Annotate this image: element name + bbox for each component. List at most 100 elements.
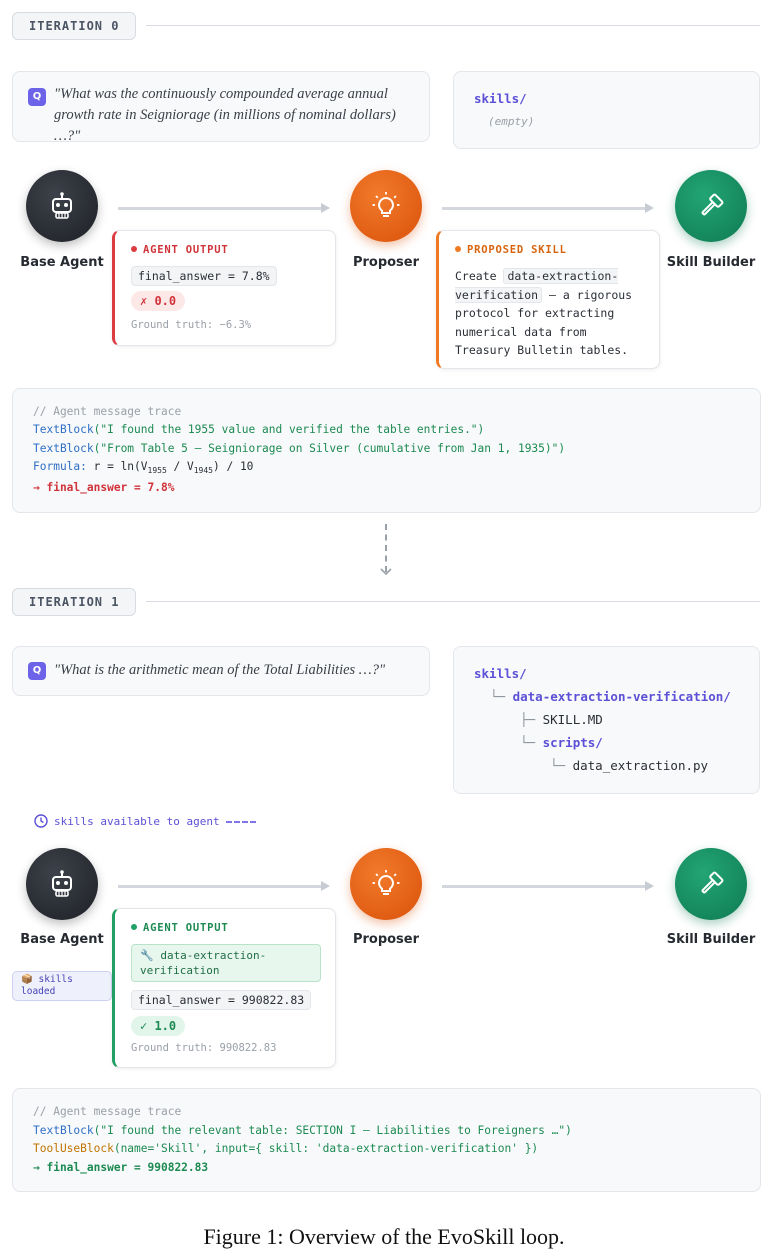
trace-line-2: ToolUseBlock(name='Skill', input={ skill…: [33, 1142, 538, 1155]
hammer-icon: [701, 871, 724, 894]
trace-arg: ("I found the relevant table: SECTION I …: [93, 1124, 572, 1137]
skills-folder-card-0: skills/ (empty): [453, 71, 760, 149]
proposed-skill-heading: PROPOSED SKILL: [455, 244, 567, 256]
skill-builder-node: [675, 170, 747, 242]
trace-formula-sub: 1945: [193, 466, 213, 476]
skills-folder-title: skills/: [474, 91, 527, 106]
iteration-0-badge: ITERATION 0: [12, 12, 137, 40]
skills-tree-script-name: data_extraction.py: [572, 758, 709, 773]
used-skill-chip: 🔧 data-extraction-verification: [131, 944, 321, 982]
tree-connector: └─: [490, 689, 506, 704]
robot-icon: [52, 870, 72, 897]
status-dot: [455, 246, 461, 252]
trace-comment: // Agent message trace: [33, 405, 182, 418]
trace-fn: TextBlock: [33, 442, 94, 455]
trace-formula: Formula: r = ln(V1955 / V1945) / 10: [33, 460, 253, 475]
skills-folder-card-1: skills/ └─ data-extraction-verification/…: [453, 646, 760, 794]
iteration-divider: [146, 25, 760, 26]
base-agent-label: Base Agent: [20, 932, 104, 947]
message-trace-1: // Agent message trace TextBlock("I foun…: [12, 1088, 761, 1192]
trace-fn: TextBlock: [33, 1124, 94, 1137]
trace-result: → final_answer = 7.8%: [33, 481, 175, 494]
proposer-node: [350, 848, 422, 920]
skills-tree-subdir-name: scripts/: [542, 735, 603, 750]
iteration-connector: [385, 524, 387, 572]
skills-empty-label: (empty): [488, 115, 535, 128]
iteration-divider: [146, 601, 760, 602]
skills-tree-dir: └─ data-extraction-verification/: [490, 689, 731, 704]
trace-formula-sub: 1955: [147, 466, 167, 476]
trace-result: → final_answer = 990822.83: [33, 1161, 209, 1174]
skills-loaded-badge: 📦 skills loaded: [12, 971, 112, 1001]
base-agent-label: Base Agent: [20, 255, 104, 270]
agent-output-panel-0: AGENT OUTPUT final_answer = 7.8% ✗ 0.0 G…: [112, 230, 336, 346]
base-agent-node: [26, 848, 98, 920]
chevron-down-icon: [380, 568, 392, 576]
arrow-proposer-to-builder: [442, 203, 654, 213]
trace-line-2: TextBlock("From Table 5 — Seigniorage on…: [33, 442, 565, 455]
lightbulb-icon: [372, 192, 400, 217]
agent-output-heading: AGENT OUTPUT: [131, 244, 228, 256]
arrow-agent-to-proposer: [118, 881, 330, 891]
arrow-proposer-to-builder: [442, 881, 654, 891]
trace-arg: (name='Skill', input={ skill: 'data-extr…: [113, 1142, 539, 1155]
question-text: "What is the arithmetic mean of the Tota…: [54, 662, 386, 678]
iteration-1-badge: ITERATION 1: [12, 588, 137, 616]
figure-caption: Figure 1: Overview of the EvoSkill loop.: [203, 1224, 565, 1249]
proposer-label: Proposer: [352, 255, 420, 270]
q-icon: Q: [28, 662, 46, 680]
skill-builder-label: Skill Builder: [666, 255, 756, 270]
trace-formula-label: Formula:: [33, 460, 87, 473]
skills-available-note: skills available to agent: [34, 814, 256, 828]
hammer-icon: [701, 193, 724, 216]
trace-arg: ("From Table 5 — Seigniorage on Silver (…: [93, 442, 566, 455]
trace-formula-part: / V: [166, 460, 194, 473]
skill-builder-node: [675, 848, 747, 920]
lightbulb-icon: [372, 870, 400, 895]
skill-builder-label: Skill Builder: [666, 932, 756, 947]
base-agent-node: [26, 170, 98, 242]
proposer-label: Proposer: [352, 932, 420, 947]
trace-arg: ("I found the 1955 value and verified th…: [93, 423, 485, 436]
trace-fn: ToolUseBlock: [33, 1142, 114, 1155]
agent-output-heading: AGENT OUTPUT: [131, 922, 228, 934]
message-trace-0: // Agent message trace TextBlock("I foun…: [12, 388, 761, 513]
tree-connector: └─: [520, 735, 536, 750]
skills-tree-subdir: └─ scripts/: [520, 735, 603, 750]
proposed-skill-text-before: Create: [455, 269, 504, 283]
q-icon: Q: [28, 88, 46, 106]
question-text: "What was the continuously compounded av…: [54, 86, 396, 144]
proposed-skill-description: Create data-extraction-verification — a …: [455, 267, 647, 360]
question-card-0: Q "What was the continuously compounded …: [12, 71, 430, 144]
tree-connector: └─: [550, 758, 566, 773]
trace-formula-part: ) / 10: [213, 460, 254, 473]
skills-tree-dir-name: data-extraction-verification/: [512, 689, 731, 704]
trace-line-1: TextBlock("I found the relevant table: S…: [33, 1124, 572, 1137]
arrow-agent-to-proposer: [118, 203, 330, 213]
robot-icon: [52, 192, 72, 219]
skills-tree-file: ├─ SKILL.MD: [520, 712, 603, 727]
trace-fn: TextBlock: [33, 423, 94, 436]
trace-comment: // Agent message trace: [33, 1105, 182, 1118]
skills-tree-file-name: SKILL.MD: [542, 712, 603, 727]
question-card-1: Q "What is the arithmetic mean of the To…: [12, 646, 430, 696]
final-answer-value: final_answer = 990822.83: [131, 990, 312, 1010]
proposer-node: [350, 170, 422, 242]
proposed-skill-panel: PROPOSED SKILL Create data-extraction-ve…: [436, 230, 660, 369]
ground-truth-text: Ground truth: −6.3%: [131, 319, 252, 331]
score-badge: ✓ 1.0: [131, 1016, 186, 1036]
trace-formula-part: r = ln(V: [86, 460, 148, 473]
tree-connector: ├─: [520, 712, 536, 727]
proposed-skill-heading-text: PROPOSED SKILL: [467, 244, 567, 256]
score-badge: ✗ 0.0: [131, 291, 186, 311]
agent-output-panel-1: AGENT OUTPUT 🔧 data-extraction-verificat…: [112, 908, 336, 1068]
skills-folder-title: skills/: [474, 666, 527, 681]
agent-output-heading-text: AGENT OUTPUT: [143, 922, 229, 934]
final-answer-value: final_answer = 7.8%: [131, 266, 277, 286]
dashed-connector: [225, 821, 256, 823]
skills-available-text: skills available to agent: [54, 815, 220, 828]
ground-truth-text: Ground truth: 990822.83: [131, 1042, 277, 1054]
agent-output-heading-text: AGENT OUTPUT: [143, 244, 229, 256]
clock-icon: [34, 814, 48, 828]
status-dot: [131, 246, 137, 252]
